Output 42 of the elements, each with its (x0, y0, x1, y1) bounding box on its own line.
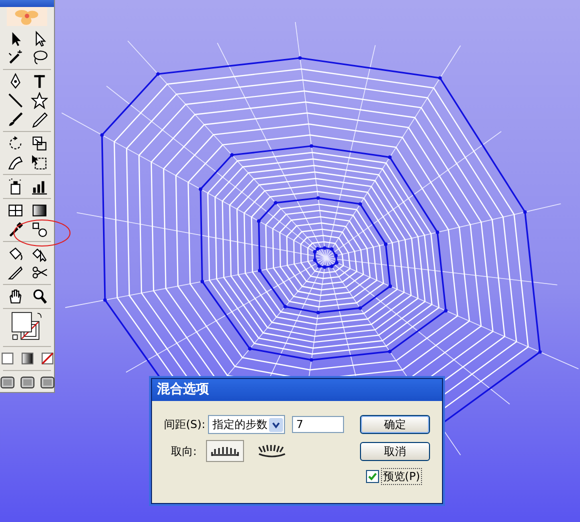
dialog-title: 混合选项 (152, 379, 442, 401)
scissors-icon[interactable] (30, 264, 48, 282)
color-fill-icon[interactable] (0, 350, 16, 367)
star-icon[interactable] (30, 92, 48, 110)
pencil-icon[interactable] (30, 111, 48, 128)
symbol-sprayer-icon[interactable] (6, 178, 24, 196)
align-to-page-button[interactable] (206, 440, 244, 462)
highlight-ellipse (12, 218, 72, 248)
blend-icon[interactable] (30, 221, 48, 238)
curved-steps-icon (256, 444, 287, 458)
no-fill-icon[interactable] (38, 350, 56, 367)
paint-bucket-icon[interactable] (6, 245, 24, 262)
full-screen-menu-icon[interactable] (18, 374, 36, 391)
spacing-label: 间距(S): (164, 417, 206, 432)
zoom-icon[interactable] (30, 288, 48, 306)
gradient-icon[interactable] (30, 202, 48, 220)
orientation-label: 取向: (171, 444, 197, 458)
hand-icon[interactable] (6, 288, 24, 306)
rotate-icon[interactable] (6, 135, 24, 152)
steps-input-field[interactable]: 7 (292, 416, 344, 433)
lasso-icon[interactable] (30, 49, 48, 66)
free-transform-icon[interactable] (30, 154, 48, 172)
panel-title-bar (0, 0, 54, 7)
line-icon[interactable] (6, 92, 24, 110)
ok-button[interactable]: 确定 (360, 415, 430, 434)
knife-icon[interactable] (6, 264, 24, 282)
scale-icon[interactable] (30, 135, 48, 152)
mesh-icon[interactable] (6, 202, 24, 220)
preview-checkbox[interactable] (366, 470, 379, 483)
dropdown-caret-icon (269, 418, 284, 432)
paintbrush-icon[interactable] (6, 111, 24, 128)
standard-screen-icon[interactable] (0, 374, 16, 391)
full-screen-icon[interactable] (38, 374, 56, 391)
magic-wand-icon[interactable] (6, 49, 24, 66)
straight-steps-icon (210, 444, 240, 458)
eyedropper-icon[interactable] (6, 221, 24, 238)
gradient-fill-icon[interactable] (18, 350, 36, 367)
spacing-dropdown[interactable]: 指定的步数 (208, 415, 286, 434)
warp-icon[interactable] (6, 154, 24, 172)
cancel-button[interactable]: 取消 (360, 442, 430, 460)
bar-graph-icon[interactable] (30, 178, 48, 196)
preview-label[interactable]: 预览(P) (380, 468, 422, 485)
